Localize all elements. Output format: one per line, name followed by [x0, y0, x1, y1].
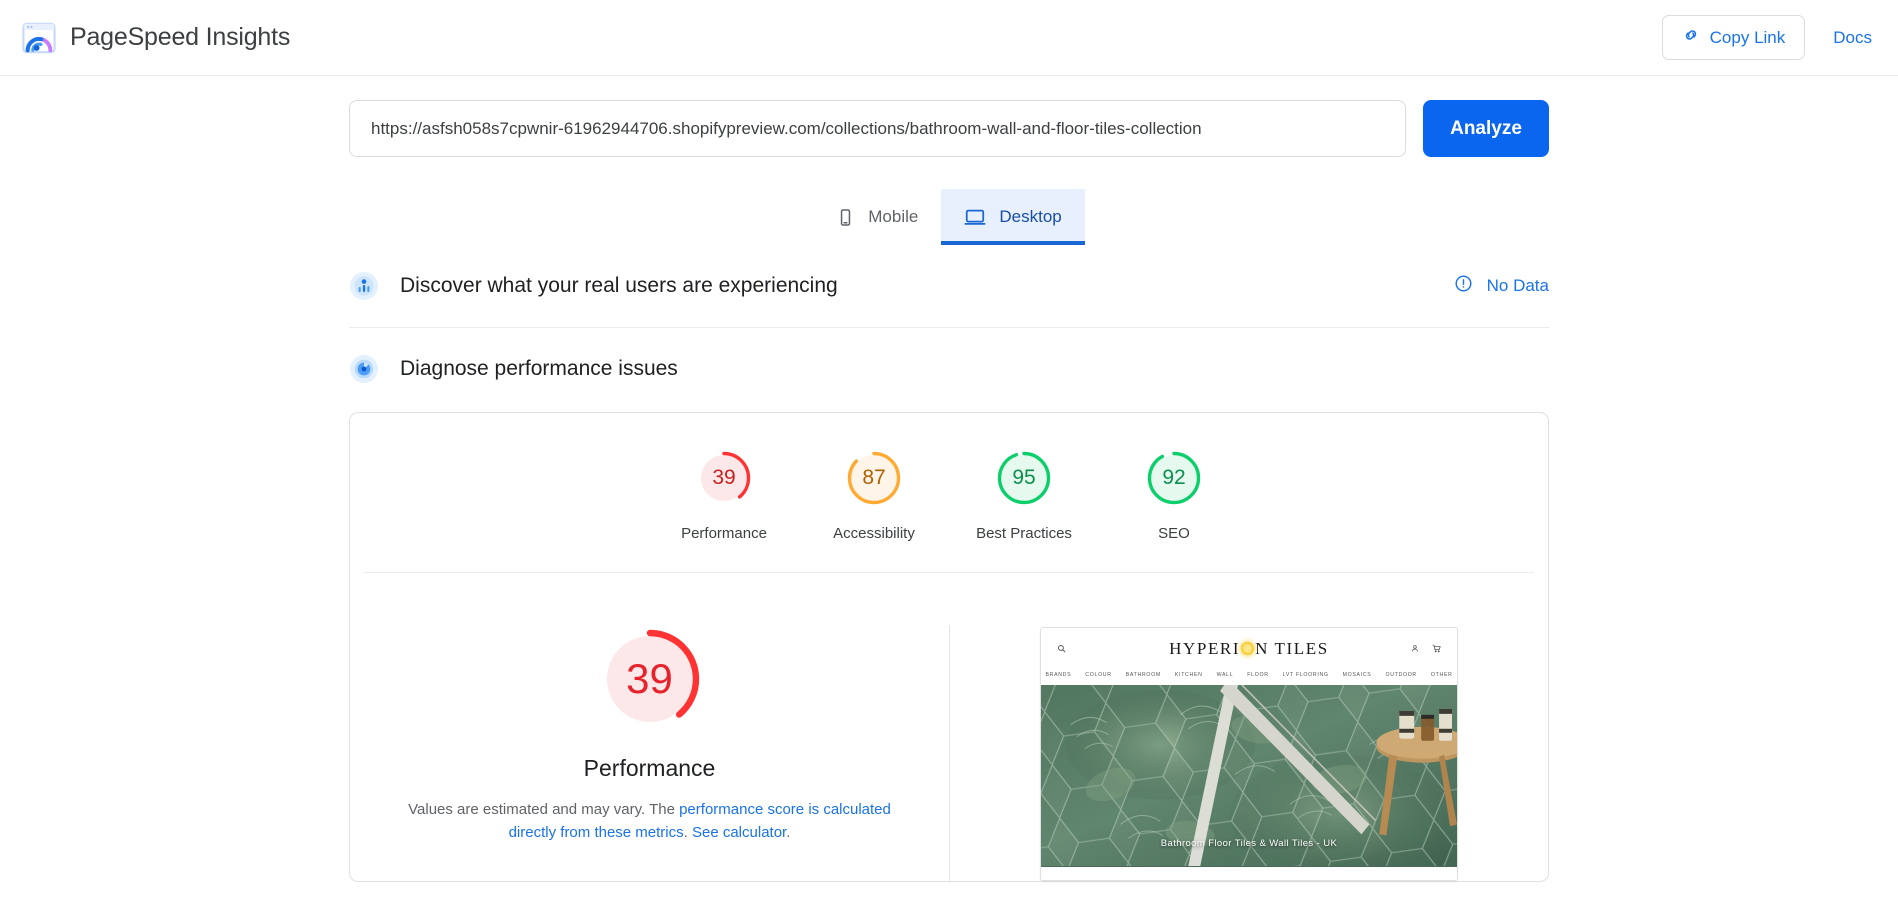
content-container: Analyze Mobile — [349, 76, 1549, 882]
score-label-seo: SEO — [1158, 525, 1190, 542]
thumbnail-footer — [1041, 867, 1457, 880]
thumbnail-hero-caption: Bathroom Floor Tiles & Wall Tiles - UK — [1160, 838, 1338, 849]
gauge-ring-performance: 39 — [695, 449, 753, 507]
header-actions: Copy Link Docs — [1661, 15, 1872, 60]
url-form: Analyze — [349, 100, 1549, 157]
mobile-phone-icon — [836, 208, 855, 227]
score-gauge-seo[interactable]: 92 SEO — [1099, 449, 1249, 542]
performance-score-value: 39 — [626, 655, 673, 702]
real-user-data-icon — [349, 271, 379, 301]
brand: PageSpeed Insights — [22, 21, 290, 55]
performance-summary: 39 Performance Values are estimated and … — [350, 625, 950, 881]
pagespeed-logo-icon — [22, 21, 56, 55]
thumbnail-nav-item: COLOUR — [1085, 672, 1112, 678]
gauge-dial-icon — [349, 354, 379, 384]
thumbnail-nav-item: FLOOR — [1247, 672, 1269, 678]
copy-link-label: Copy Link — [1709, 27, 1786, 47]
score-gauge-accessibility[interactable]: 87 Accessibility — [799, 449, 949, 542]
device-tabs: Mobile Desktop — [349, 189, 1549, 245]
note-mid: . — [683, 824, 692, 842]
copy-link-button[interactable]: Copy Link — [1661, 15, 1806, 60]
score-gauge-best-practices[interactable]: 95 Best Practices — [949, 449, 1099, 542]
status-badge: No Data — [1486, 276, 1549, 295]
category-score-gauges: 39 Performance 87 Accessibility 95 Best … — [364, 413, 1534, 573]
thumbnail-nav-item: OUTDOOR — [1385, 672, 1417, 678]
score-value-best-practices: 95 — [1012, 466, 1036, 489]
tab-desktop-label: Desktop — [999, 207, 1062, 226]
thumbnail-site-logo: HYPERI N TILES — [1041, 639, 1457, 659]
tab-mobile-label: Mobile — [868, 207, 919, 226]
page-title: PageSpeed Insights — [70, 23, 291, 51]
gauge-ring-accessibility: 87 — [845, 449, 903, 507]
sun-glyph-icon — [1241, 642, 1255, 655]
thumbnail-nav-item: OTHER — [1430, 672, 1453, 678]
thumbnail-nav-item: BRANDS — [1045, 672, 1072, 678]
thumbnail-nav-item: MOSAICS — [1342, 672, 1372, 678]
field-data-status[interactable]: No Data — [1454, 274, 1549, 298]
thumbnail-topbar: HYPERI N TILES — [1041, 628, 1457, 670]
score-label-best-practices: Best Practices — [976, 525, 1072, 542]
performance-detail: 39 Performance Values are estimated and … — [350, 573, 1548, 881]
lab-data-title: Diagnose performance issues — [400, 357, 678, 380]
score-gauge-performance[interactable]: 39 Performance — [649, 449, 799, 542]
site-name-pre: HYPERI — [1169, 639, 1241, 658]
lighthouse-result-card: 39 Performance 87 Accessibility 95 Best … — [349, 412, 1549, 882]
field-data-section: Discover what your real users are experi… — [349, 245, 1549, 328]
performance-big-gauge: 39 — [596, 625, 704, 733]
gauge-ring-best-practices: 95 — [995, 449, 1053, 507]
see-calculator-link[interactable]: See calculator — [692, 824, 786, 841]
thumbnail-nav-item: BATHROOM — [1125, 672, 1161, 678]
field-data-title: Discover what your real users are experi… — [400, 274, 838, 297]
score-value-accessibility: 87 — [862, 466, 886, 489]
score-label-accessibility: Accessibility — [833, 525, 915, 542]
note-prefix: Values are estimated and may vary. The — [408, 801, 680, 818]
url-input[interactable] — [349, 100, 1406, 157]
thumbnail-nav-item: LVT FLOORING — [1282, 672, 1329, 678]
lab-data-section: Diagnose performance issues — [349, 328, 1549, 410]
thumbnail-nav: BRANDS COLOUR BATHROOM KITCHEN WALL FLOO… — [1041, 670, 1457, 685]
site-screenshot-thumbnail: HYPERI N TILES BRANDS COLOUR BATHROOM KI… — [1040, 627, 1458, 881]
info-circle-icon — [1454, 274, 1473, 298]
note-suffix: . — [786, 824, 791, 842]
thumbnail-hero-image: Bathroom Floor Tiles & Wall Tiles - UK — [1041, 685, 1457, 867]
page-body: Analyze Mobile — [0, 76, 1898, 882]
tab-desktop[interactable]: Desktop — [941, 189, 1086, 245]
analyze-button[interactable]: Analyze — [1423, 100, 1549, 157]
thumbnail-nav-item: KITCHEN — [1174, 672, 1203, 678]
app-header: PageSpeed Insights Copy Link Docs — [0, 0, 1898, 76]
gauge-ring-seo: 92 — [1145, 449, 1203, 507]
performance-score-label: Performance — [583, 755, 716, 781]
score-value-seo: 92 — [1162, 466, 1186, 489]
thumbnail-nav-item: WALL — [1216, 672, 1234, 678]
score-value-performance: 39 — [712, 466, 736, 489]
desktop-monitor-icon — [964, 206, 986, 228]
site-name-post: N TILES — [1255, 639, 1329, 658]
screenshot-pane: HYPERI N TILES BRANDS COLOUR BATHROOM KI… — [950, 625, 1548, 881]
link-icon — [1682, 26, 1700, 49]
score-label-performance: Performance — [681, 525, 767, 542]
tab-mobile[interactable]: Mobile — [813, 189, 941, 245]
docs-link[interactable]: Docs — [1833, 28, 1872, 48]
performance-score-note: Values are estimated and may vary. The p… — [400, 798, 900, 845]
